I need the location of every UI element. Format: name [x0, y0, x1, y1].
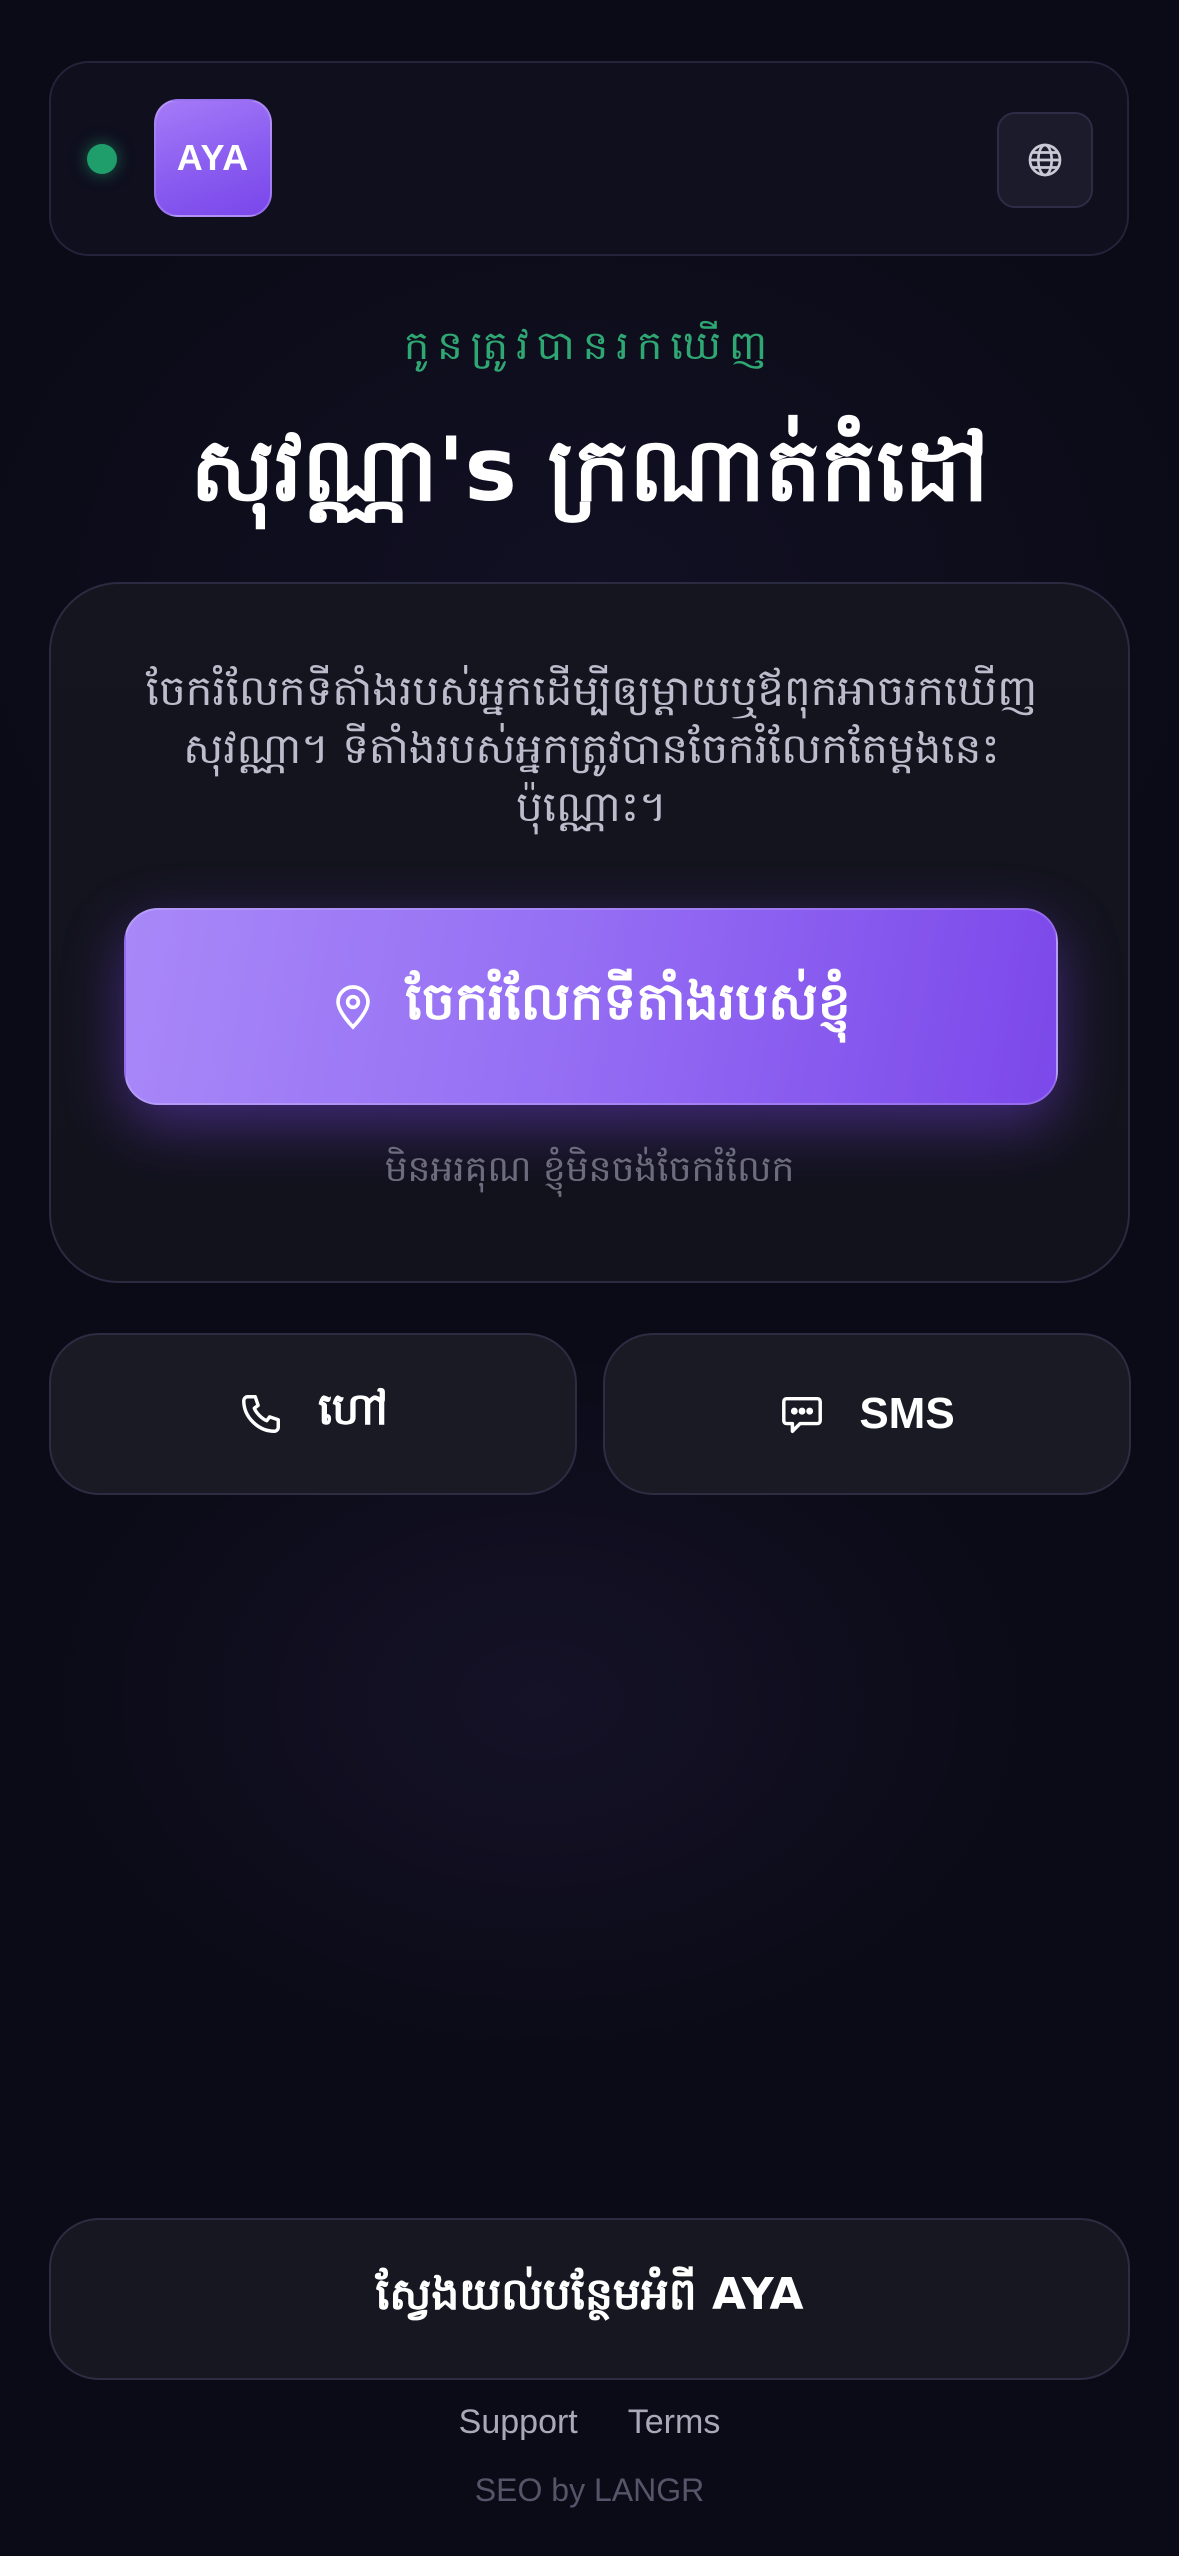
page-title: សុវណ្ណា's ក្រណាត់កំដៅ	[190, 418, 989, 521]
chat-bubble-icon	[779, 1391, 825, 1437]
terms-link[interactable]: Terms	[628, 2403, 721, 2442]
phone-icon	[238, 1391, 284, 1437]
learn-more-button[interactable]: ស្វែងយល់បន្ថែមអំពី AYA	[49, 2218, 1130, 2380]
found-subtitle: កូនត្រូវបានរកឃើញ	[403, 323, 776, 369]
share-location-card: ចែករំលែកទីតាំងរបស់អ្នកដើម្បីឲ្យម្ដាយឬឪពុ…	[49, 582, 1130, 1283]
learn-more-label: ស្វែងយល់បន្ថែមអំពី AYA	[375, 2269, 804, 2320]
logo-text: AYA	[176, 137, 250, 178]
sms-label: SMS	[859, 1389, 955, 1438]
status-indicator	[87, 144, 117, 174]
language-button[interactable]	[997, 112, 1093, 208]
call-button[interactable]: ហៅ	[49, 1333, 577, 1495]
call-label: ហៅ	[318, 1384, 388, 1435]
globe-icon	[1025, 140, 1065, 180]
location-pin-icon	[331, 981, 375, 1033]
app-logo: AYA	[154, 99, 272, 217]
card-description: ចែករំលែកទីតាំងរបស់អ្នកដើម្បីឲ្យម្ដាយឬឪពុ…	[145, 666, 1038, 831]
footer-links: Support Terms	[0, 2403, 1179, 2442]
share-location-label: ចែករំលែកទីតាំងរបស់ខ្ញុំ	[405, 971, 851, 1032]
share-location-button[interactable]: ចែករំលែកទីតាំងរបស់ខ្ញុំ	[124, 908, 1058, 1105]
sms-button[interactable]: SMS	[603, 1333, 1131, 1495]
footer-credit[interactable]: SEO by LANGR	[0, 2472, 1179, 2509]
support-link[interactable]: Support	[459, 2403, 578, 2442]
header-bar: AYA	[49, 61, 1129, 256]
decline-share-link[interactable]: មិនអរគុណ ខ្ញុំមិនចង់ចែករំលែក	[51, 1146, 1128, 1199]
